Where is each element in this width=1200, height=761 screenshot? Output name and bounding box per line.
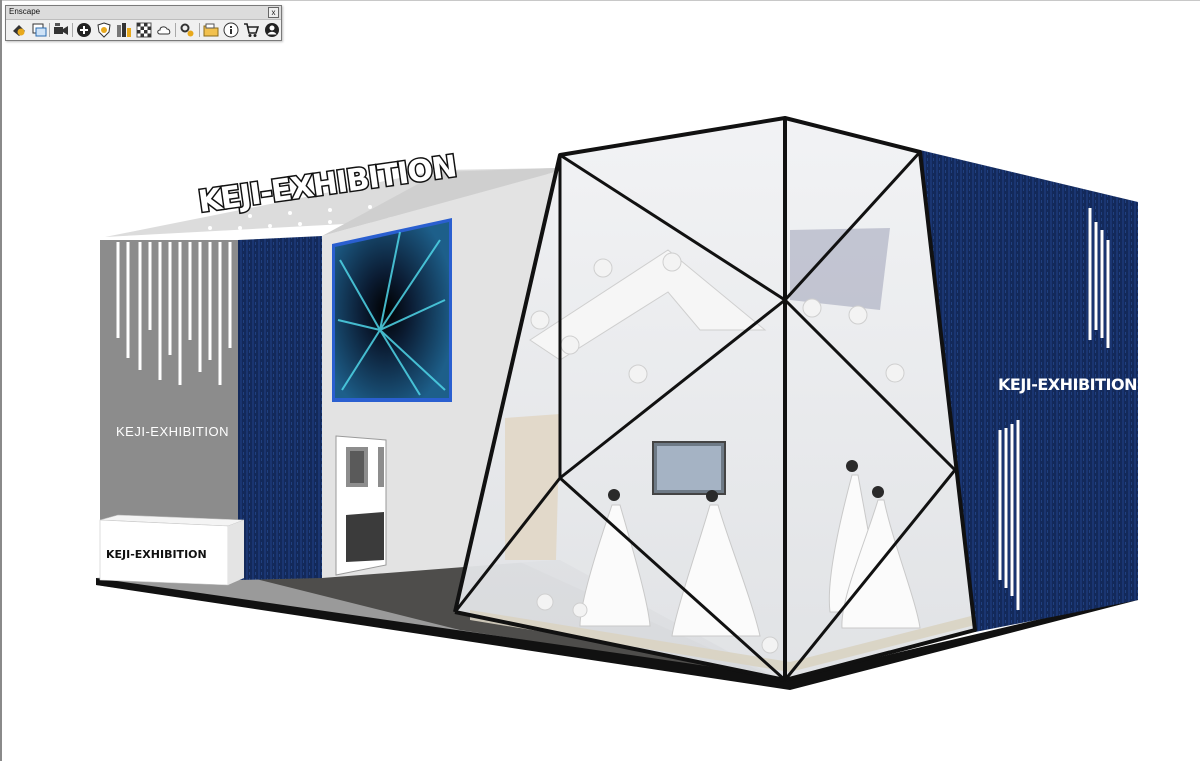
cloud-upload-icon — [157, 26, 171, 35]
camera-icon — [54, 23, 68, 35]
add-circle-icon — [77, 23, 91, 37]
reception-desk-side — [228, 520, 244, 585]
store-button[interactable] — [243, 22, 259, 38]
led-video-screen — [332, 218, 452, 402]
toolbar-separator — [49, 23, 50, 37]
info-icon — [223, 22, 239, 38]
sync-views-icon — [32, 23, 47, 37]
about-button[interactable] — [223, 22, 239, 38]
account-button[interactable] — [264, 22, 280, 38]
capture-screenshot-button[interactable] — [53, 22, 69, 38]
create-view-button[interactable] — [76, 22, 92, 38]
user-account-icon — [265, 23, 279, 37]
open-folder-button[interactable] — [203, 22, 219, 38]
start-enscape-button[interactable] — [11, 22, 27, 38]
upload-button[interactable] — [156, 22, 172, 38]
close-icon[interactable]: x — [268, 7, 279, 18]
folder-icon — [203, 23, 219, 37]
left-navy-panel — [238, 236, 322, 580]
batch-rendering-button[interactable] — [116, 22, 132, 38]
toolbar-separator — [72, 23, 73, 37]
right-wall-brand-text: KEJI-EXHIBITION — [998, 375, 1137, 394]
material-editor-button[interactable] — [136, 22, 152, 38]
cart-icon — [244, 23, 259, 37]
enscape-toolbar[interactable]: Enscape x — [5, 5, 282, 41]
toolbar-separator — [199, 23, 200, 37]
enscape-start-icon — [13, 25, 25, 36]
settings-gear-icon — [180, 23, 194, 37]
left-wall-brand-text: KEJI-EXHIBITION — [116, 424, 229, 439]
asset-library-button[interactable] — [96, 22, 112, 38]
toolbar-title-bar[interactable]: Enscape x — [6, 6, 281, 20]
toolbar-title: Enscape — [9, 7, 41, 16]
toolbar-separator — [175, 23, 176, 37]
reception-desk-brand-text: KEJI-EXHIBITION — [106, 548, 207, 561]
sketchup-viewport[interactable]: KEJI-EXHIBITION KEJI-EXHIBITION KEJI-EXH — [0, 0, 1200, 761]
checker-icon — [136, 22, 152, 38]
shield-asset-icon — [97, 22, 111, 38]
settings-button[interactable] — [179, 22, 195, 38]
sync-views-button[interactable] — [31, 22, 47, 38]
back-room-doorway — [335, 435, 387, 576]
batch-render-icon — [117, 23, 131, 37]
